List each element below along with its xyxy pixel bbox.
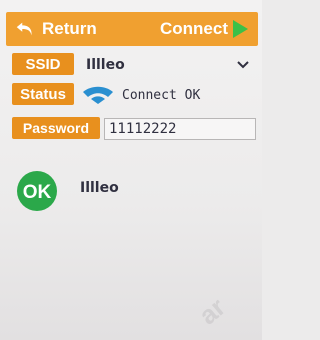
ok-badge-icon: OK <box>17 171 57 211</box>
status-text: Connect OK <box>122 87 201 103</box>
return-button[interactable]: Return <box>14 14 97 44</box>
top-bar: Return Connect <box>6 12 258 46</box>
password-label: Password <box>12 117 100 139</box>
ssid-dropdown[interactable]: Illleo <box>80 54 254 76</box>
connect-button[interactable]: Connect <box>160 14 250 44</box>
status-label: Status <box>12 83 74 105</box>
chevron-down-icon <box>237 61 249 69</box>
ok-badge-text: OK <box>23 182 52 203</box>
password-field[interactable]: 11112222 <box>104 118 256 140</box>
connect-label: Connect <box>160 19 228 38</box>
return-label: Return <box>42 19 97 38</box>
ssid-label: SSID <box>12 53 74 75</box>
password-value: 11112222 <box>109 121 177 137</box>
ssid-value: Illleo <box>86 57 125 73</box>
connected-device-name: Illleo <box>80 180 119 196</box>
return-arrow-icon <box>16 22 32 36</box>
status-display: Connect OK <box>82 84 200 106</box>
watermark: ar <box>192 291 232 331</box>
wifi-config-screen: Return Connect SSID Illleo Status Connec… <box>0 0 262 340</box>
wifi-icon <box>83 86 113 104</box>
play-icon <box>233 20 248 38</box>
